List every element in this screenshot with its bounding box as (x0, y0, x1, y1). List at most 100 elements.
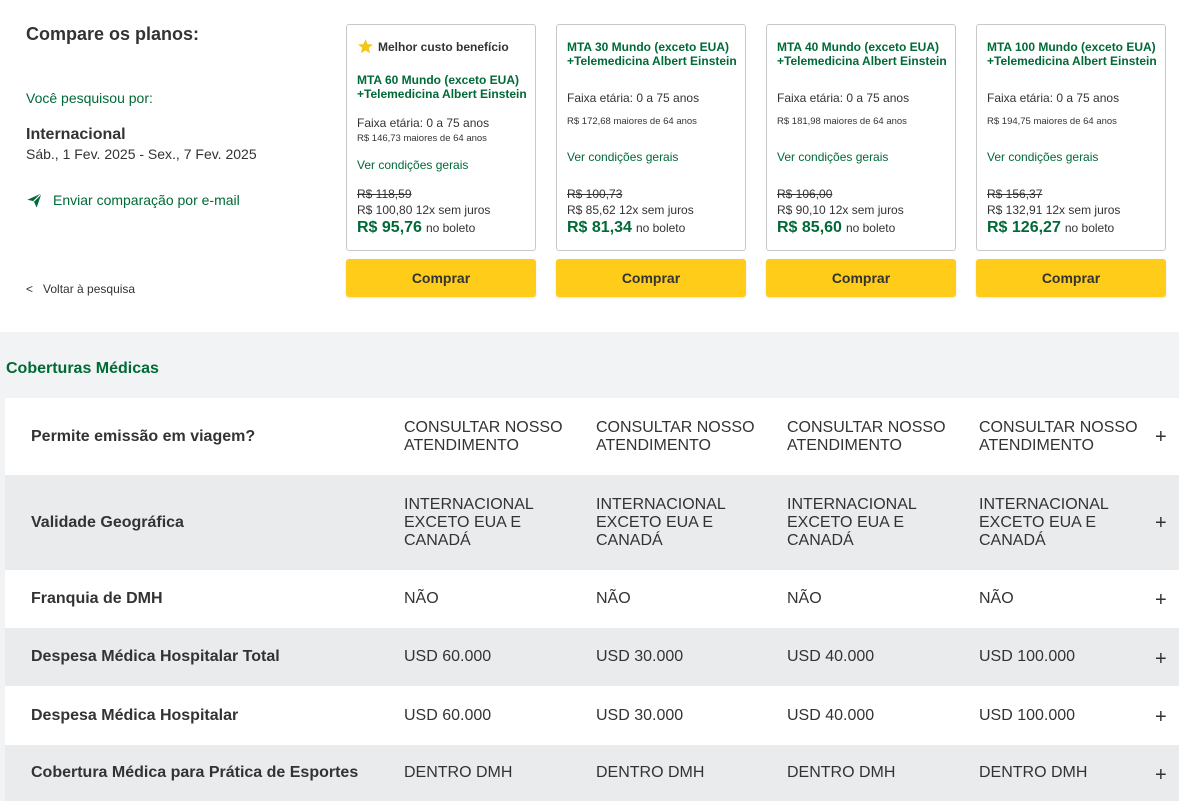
destination: Internacional (26, 126, 126, 143)
coverage-value: USD 100.000 (979, 706, 1076, 724)
coverage-value: CONSULTAR NOSSO ATENDIMENTO (404, 418, 563, 454)
age-range: Faixa etária: 0 a 75 anos (777, 91, 910, 105)
coverage-value: USD 30.000 (596, 706, 684, 724)
installment-price: R$ 132,91 12x sem juros (987, 203, 1121, 217)
back-to-search-label: Voltar à pesquisa (43, 282, 136, 296)
travel-dates: Sáb., 1 Fev. 2025 - Sex., 7 Fev. 2025 (26, 146, 257, 162)
buy-button[interactable]: Comprar (556, 259, 746, 297)
send-email-label: Enviar comparação por e-mail (53, 192, 240, 208)
boleto-price: R$ 81,34 (567, 219, 632, 236)
buy-button[interactable]: Comprar (766, 259, 956, 297)
best-value-badge: Melhor custo benefício (357, 38, 509, 55)
over-64-price: R$ 194,75 maiores de 64 anos (987, 116, 1117, 127)
old-price: R$ 156,37 (987, 187, 1043, 201)
coverage-section: Coberturas Médicas Permite emissão em vi… (0, 332, 1179, 801)
final-price: R$ 126,27 no boleto (987, 219, 1114, 237)
badge-label: Melhor custo benefício (378, 39, 509, 54)
boleto-price: R$ 95,76 (357, 219, 422, 236)
plan-card: Melhor custo benefício MTA 60 Mundo (exc… (346, 24, 536, 251)
plan-card: MTA 100 Mundo (exceto EUA) +Telemedicina… (976, 24, 1166, 251)
coverage-value: DENTRO DMH (787, 764, 896, 781)
final-price: R$ 81,34 no boleto (567, 219, 685, 237)
general-conditions-link[interactable]: Ver condições gerais (987, 150, 1098, 164)
plan-card: MTA 30 Mundo (exceto EUA) +Telemedicina … (556, 24, 746, 251)
coverage-value: INTERNACIONAL EXCETO EUA E CANADÁ (596, 495, 726, 549)
page-title: Compare os planos: (26, 24, 200, 44)
installment-price: R$ 85,62 12x sem juros (567, 203, 694, 217)
boleto-label: no boleto (635, 221, 686, 235)
general-conditions-link[interactable]: Ver condições gerais (777, 150, 888, 164)
coverage-value: NÃO (404, 590, 439, 607)
expand-plus-icon[interactable]: + (1155, 649, 1167, 669)
search-label: Você pesquisou por: (26, 90, 153, 106)
coverage-value: INTERNACIONAL EXCETO EUA E CANADÁ (979, 495, 1109, 549)
coverage-label: Permite emissão em viagem? (31, 427, 256, 445)
coverage-value: CONSULTAR NOSSO ATENDIMENTO (979, 418, 1138, 454)
coverage-value: DENTRO DMH (596, 764, 705, 781)
coverage-value: INTERNACIONAL EXCETO EUA E CANADÁ (404, 495, 534, 549)
buy-button[interactable]: Comprar (346, 259, 536, 297)
boleto-label: no boleto (1064, 221, 1115, 235)
buy-button[interactable]: Comprar (976, 259, 1166, 297)
expand-plus-icon[interactable]: + (1155, 707, 1167, 727)
back-to-search-link[interactable]: < Voltar à pesquisa (26, 282, 135, 296)
coverage-label: Despesa Médica Hospitalar (31, 706, 239, 724)
coverage-row[interactable]: Validade Geográfica INTERNACIONAL EXCETO… (5, 475, 1179, 570)
coverage-label: Despesa Médica Hospitalar Total (31, 648, 280, 665)
age-range: Faixa etária: 0 a 75 anos (567, 91, 700, 105)
boleto-price: R$ 85,60 (777, 219, 842, 236)
coverage-row[interactable]: Permite emissão em viagem? CONSULTAR NOS… (5, 398, 1179, 475)
coverage-row[interactable]: Cobertura Médica para Prática de Esporte… (5, 745, 1179, 801)
send-email-link[interactable]: Enviar comparação por e-mail (26, 191, 240, 209)
coverage-value: USD 60.000 (404, 648, 492, 665)
coverage-value: NÃO (596, 590, 631, 607)
coverage-value: NÃO (979, 590, 1014, 607)
chevron-left-icon: < (26, 282, 34, 296)
plan-name[interactable]: MTA 30 Mundo (exceto EUA) +Telemedicina … (567, 40, 739, 68)
star-icon (358, 39, 373, 54)
coverage-label: Franquia de DMH (31, 590, 163, 607)
old-price: R$ 100,73 (567, 187, 623, 201)
over-64-price: R$ 172,68 maiores de 64 anos (567, 116, 697, 127)
boleto-label: no boleto (425, 221, 476, 235)
coverage-label: Cobertura Médica para Prática de Esporte… (31, 764, 359, 781)
age-range: Faixa etária: 0 a 75 anos (357, 116, 490, 130)
coverage-title: Coberturas Médicas (6, 360, 159, 377)
installment-price: R$ 90,10 12x sem juros (777, 203, 904, 217)
coverage-value: DENTRO DMH (979, 764, 1088, 781)
over-64-price: R$ 181,98 maiores de 64 anos (777, 116, 907, 127)
installment-price: R$ 100,80 12x sem juros (357, 203, 491, 217)
expand-plus-icon[interactable]: + (1155, 765, 1167, 785)
coverage-label: Validade Geográfica (31, 513, 184, 531)
coverage-value: USD 30.000 (596, 648, 684, 665)
coverage-value: USD 100.000 (979, 648, 1076, 665)
search-summary: Compare os planos: Você pesquisou por: I… (26, 0, 326, 332)
coverage-value: USD 40.000 (787, 706, 875, 724)
coverage-row[interactable]: Despesa Médica Hospitalar USD 60.000 USD… (5, 686, 1179, 745)
coverage-value: CONSULTAR NOSSO ATENDIMENTO (787, 418, 946, 454)
plan-name[interactable]: MTA 40 Mundo (exceto EUA) +Telemedicina … (777, 40, 949, 68)
plan-card: MTA 40 Mundo (exceto EUA) +Telemedicina … (766, 24, 956, 251)
boleto-price: R$ 126,27 (987, 219, 1061, 236)
expand-plus-icon[interactable]: + (1155, 513, 1167, 533)
old-price: R$ 106,00 (777, 187, 833, 201)
expand-plus-icon[interactable]: + (1155, 590, 1167, 610)
general-conditions-link[interactable]: Ver condições gerais (357, 158, 468, 172)
coverage-row[interactable]: Despesa Médica Hospitalar Total USD 60.0… (5, 628, 1179, 686)
paper-plane-icon (27, 192, 42, 208)
coverage-value: NÃO (787, 590, 822, 607)
coverage-value: USD 60.000 (404, 706, 492, 724)
plan-name[interactable]: MTA 60 Mundo (exceto EUA) +Telemedicina … (357, 73, 529, 101)
boleto-label: no boleto (845, 221, 896, 235)
coverage-value: DENTRO DMH (404, 764, 513, 781)
over-64-price: R$ 146,73 maiores de 64 anos (357, 133, 487, 144)
old-price: R$ 118,59 (357, 187, 412, 201)
coverage-value: INTERNACIONAL EXCETO EUA E CANADÁ (787, 495, 917, 549)
final-price: R$ 85,60 no boleto (777, 219, 895, 237)
plan-name[interactable]: MTA 100 Mundo (exceto EUA) +Telemedicina… (987, 40, 1159, 68)
plans-header-section: Compare os planos: Você pesquisou por: I… (0, 0, 1179, 332)
expand-plus-icon[interactable]: + (1155, 427, 1167, 447)
general-conditions-link[interactable]: Ver condições gerais (567, 150, 678, 164)
coverage-row[interactable]: Franquia de DMH NÃO NÃO NÃO NÃO + (5, 570, 1179, 628)
final-price: R$ 95,76 no boleto (357, 219, 475, 237)
